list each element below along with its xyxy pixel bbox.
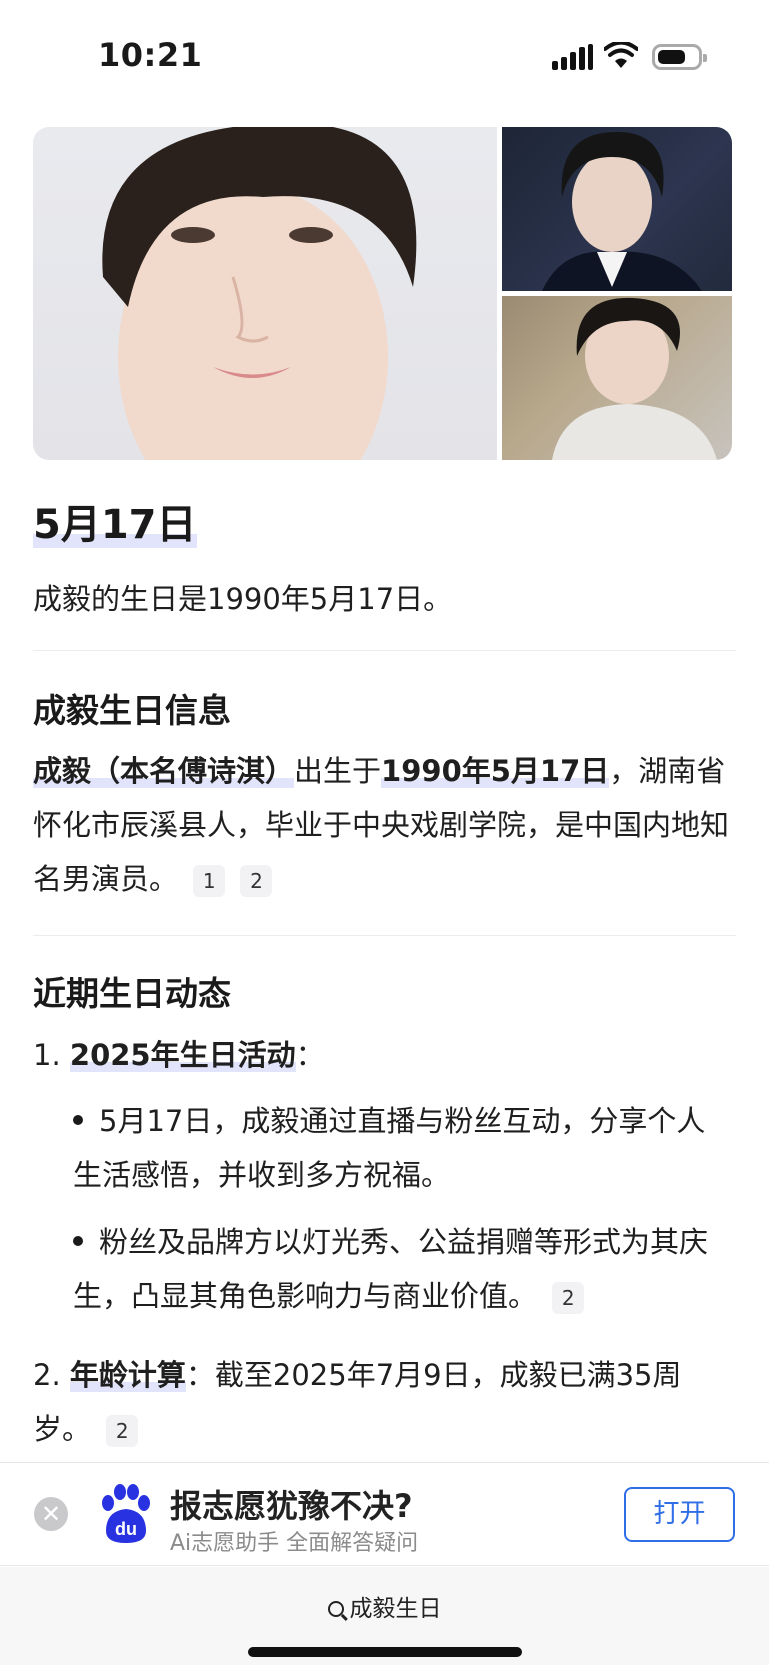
status-time: 10:21 xyxy=(98,36,203,74)
image-gallery[interactable] xyxy=(33,127,732,460)
close-icon[interactable]: ✕ xyxy=(34,1497,68,1531)
list-number: 2. xyxy=(33,1358,61,1392)
birth-date[interactable]: 1990年5月17日 xyxy=(381,754,610,788)
search-query-text: 成毅生日 xyxy=(349,1596,442,1622)
home-indicator[interactable] xyxy=(248,1647,522,1657)
citation-ref[interactable]: 2 xyxy=(106,1415,139,1447)
list-item-2: 2. 年龄计算：截至2025年7月9日，成毅已满35周岁。 2 xyxy=(33,1348,736,1456)
open-app-button[interactable]: 打开 xyxy=(624,1487,735,1542)
list-item-colon: ： xyxy=(295,1038,325,1072)
cellular-signal-icon xyxy=(552,44,593,70)
banner-subtitle: Ai志愿助手 全面解答疑问 xyxy=(170,1531,419,1556)
svg-text:du: du xyxy=(115,1519,137,1539)
bullet-text: 粉丝及品牌方以灯光秀、公益捐赠等形式为其庆生，凸显其角色影响力与商业价值。 xyxy=(73,1225,709,1313)
answer-headline-text: 5月17日 xyxy=(33,502,197,548)
bullet-item: 5月17日，成毅通过直播与粉丝互动，分享个人生活感悟，并收到多方祝福。 xyxy=(73,1094,733,1202)
search-query-button[interactable]: 成毅生日 xyxy=(0,1589,769,1623)
citation-ref[interactable]: 1 xyxy=(193,865,226,897)
list-item-label[interactable]: 2025年生日活动 xyxy=(69,1038,296,1072)
person-name[interactable]: 成毅（本名傅诗淇） xyxy=(33,754,295,788)
banner-title: 报志愿犹豫不决? xyxy=(170,1487,413,1525)
bullet-icon xyxy=(73,1236,83,1246)
list-number: 1. xyxy=(33,1038,61,1072)
status-bar: 10:21 xyxy=(0,0,769,112)
battery-icon xyxy=(652,44,707,70)
birthday-info-paragraph: 成毅（本名傅诗淇）出生于1990年5月17日，湖南省怀化市辰溪县人，毕业于中央戏… xyxy=(33,744,736,906)
divider xyxy=(33,650,736,651)
bottom-search-bar: 成毅生日 xyxy=(0,1567,769,1665)
answer-headline: 5月17日 xyxy=(33,492,197,550)
bullet-text: 5月17日，成毅通过直播与粉丝互动，分享个人生活感悟，并收到多方祝福。 xyxy=(73,1104,706,1192)
wifi-icon xyxy=(604,42,638,68)
portrait-photo-sweater[interactable] xyxy=(502,296,732,460)
born-prefix: 出生于 xyxy=(294,754,382,788)
portrait-photo-main[interactable] xyxy=(33,127,497,460)
divider xyxy=(33,935,736,936)
citation-ref[interactable]: 2 xyxy=(552,1282,585,1314)
baidu-paw-logo-icon: du xyxy=(102,1484,150,1543)
list-item-1: 1. 2025年生日活动： xyxy=(33,1028,325,1082)
list-item-label[interactable]: 年龄计算 xyxy=(69,1358,186,1392)
section-title-recent-birthday: 近期生日动态 xyxy=(33,974,231,1013)
bullet-item: 粉丝及品牌方以灯光秀、公益捐赠等形式为其庆生，凸显其角色影响力与商业价值。 2 xyxy=(73,1215,733,1323)
answer-summary: 成毅的生日是1990年5月17日。 xyxy=(33,582,453,616)
search-icon xyxy=(327,1601,344,1617)
citation-ref[interactable]: 2 xyxy=(240,865,273,897)
app-promo-banner: ✕ du 报志愿犹豫不决? Ai志愿助手 全面解答疑问 打开 xyxy=(0,1462,769,1566)
section-title-birthday-info: 成毅生日信息 xyxy=(33,691,231,730)
portrait-photo-dark-suit[interactable] xyxy=(502,127,732,291)
bullet-icon xyxy=(73,1115,83,1125)
